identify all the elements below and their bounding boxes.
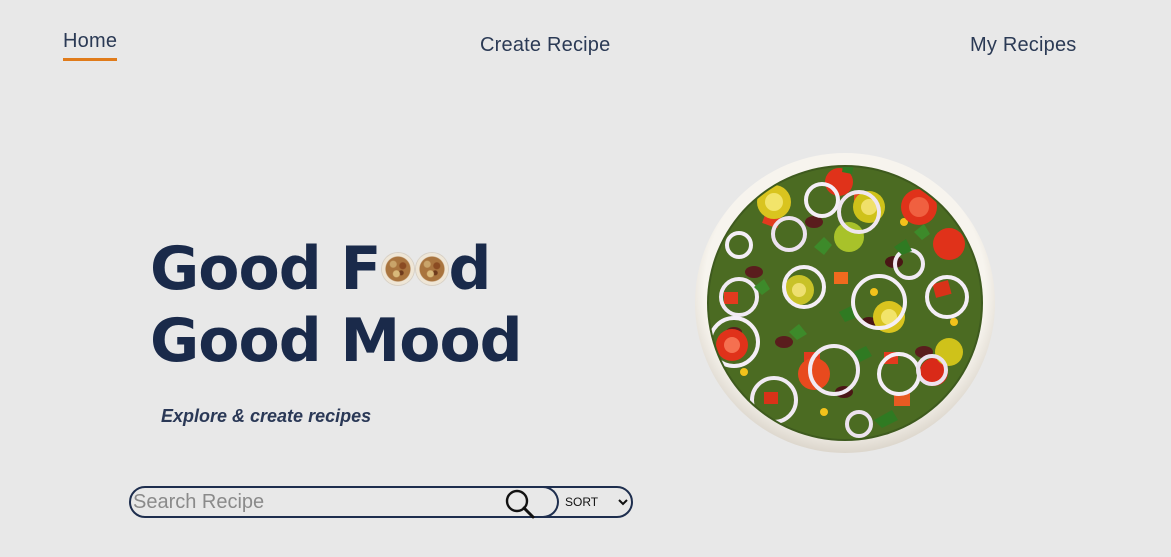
hero-title-part: Good F — [150, 234, 382, 304]
hero-title-line-2: Good Mood — [150, 306, 523, 376]
food-bowl-icon — [415, 253, 448, 285]
hero-title-part: d — [448, 234, 492, 304]
salad-bowl-image — [695, 153, 995, 453]
hero-tagline: Explore & create recipes — [161, 406, 372, 426]
nav-active-underline — [63, 58, 118, 61]
hero-title: Good F d Good Mood — [150, 233, 523, 377]
search-input[interactable] — [131, 488, 499, 516]
search-bar: SORT — [129, 486, 633, 519]
home-page: Home Create Recipe My Recipes Good F d Go… — [0, 0, 1171, 557]
sort-select[interactable]: SORT — [561, 491, 631, 513]
nav-home-label: Home — [63, 30, 118, 52]
nav-home-link[interactable]: Home — [63, 30, 118, 61]
nav-my-recipes-link[interactable]: My Recipes — [970, 34, 1076, 57]
nav-create-recipe-link[interactable]: Create Recipe — [480, 34, 610, 57]
hero-title-line-1: Good F d — [150, 233, 522, 305]
food-bowl-icon — [381, 253, 414, 285]
search-button[interactable] — [503, 486, 559, 519]
search-icon — [505, 489, 535, 519]
